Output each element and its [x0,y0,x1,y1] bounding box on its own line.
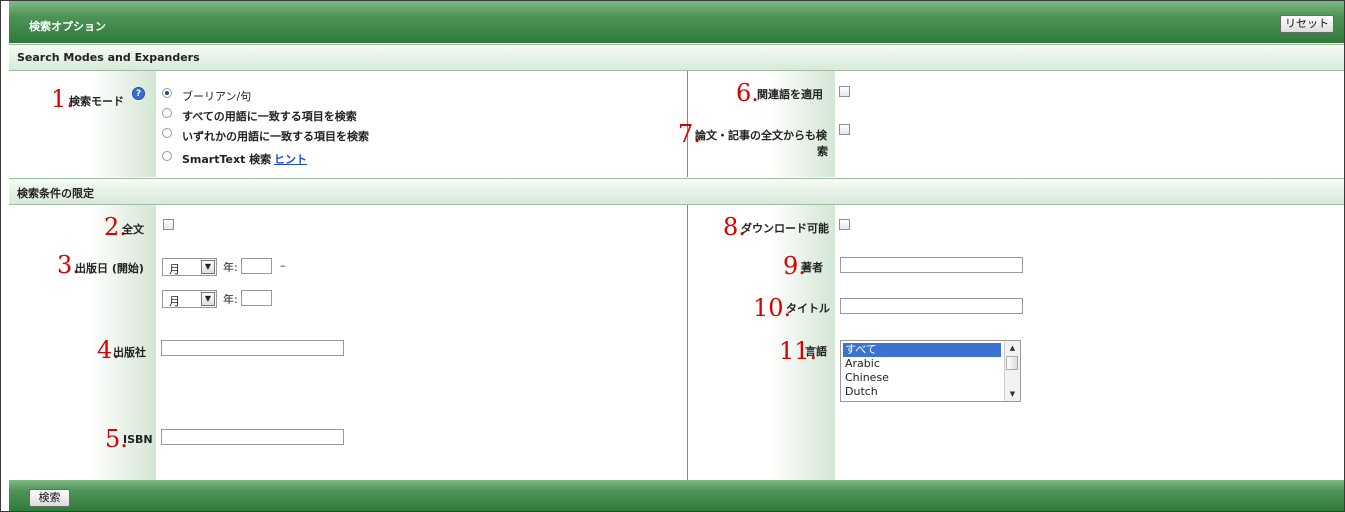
title-label: タイトル [786,302,830,315]
list-item[interactable]: Chinese [843,371,1001,385]
end-year-input[interactable] [241,290,272,306]
end-month-select[interactable]: 月 ▼ [162,290,217,308]
radio-any-terms[interactable] [162,128,172,138]
isbn-input[interactable] [161,429,344,445]
chevron-down-icon: ▼ [201,292,215,306]
date-range-dash: – [280,259,286,272]
radio-all-terms[interactable] [162,108,172,118]
scroll-down-icon[interactable]: ▼ [1005,387,1020,401]
start-year-input[interactable] [241,258,272,274]
isbn-label: ISBN [123,433,153,446]
start-year-label: 年: [223,261,238,274]
listbox-scrollbar[interactable]: ▲ ▼ [1004,341,1020,401]
header-bar: 検索オプション リセット [9,1,1344,43]
fulltext-checkbox[interactable] [163,219,174,230]
end-year-label: 年: [223,293,238,306]
section-header-search-modes: Search Modes and Expanders [9,44,1344,71]
related-words-checkbox[interactable] [839,86,850,97]
help-icon[interactable]: ? [132,87,145,100]
search-mode-label: 検索モード [69,95,124,108]
radio-boolean-label: ブーリアン/句 [182,90,252,103]
list-item[interactable]: Dutch [843,385,1001,399]
section-title: Search Modes and Expanders [17,51,200,64]
hint-link[interactable]: ヒント [274,151,307,167]
fulltext-search-checkbox[interactable] [839,124,850,135]
search-options-panel: 検索オプション リセット Search Modes and Expanders … [0,0,1345,512]
list-item[interactable]: Arabic [843,357,1001,371]
language-listbox[interactable]: すべて Arabic Chinese Dutch ▲ ▼ [840,340,1021,402]
annotation-number-6: 6. [736,79,759,107]
author-input[interactable] [840,257,1023,273]
list-item[interactable]: すべて [843,343,1001,357]
author-label: 著者 [801,261,823,274]
section-title: 検索条件の限定 [17,187,94,200]
radio-all-terms-label: すべての用語に一致する項目を検索 [182,110,357,123]
pub-date-label: 出版日 (開始) [75,262,144,275]
scrollbar-thumb[interactable] [1006,356,1018,370]
reset-button[interactable]: リセット [1280,15,1334,33]
start-month-select[interactable]: 月 ▼ [162,258,217,276]
related-words-label: 関連語を適用 [757,88,823,101]
chevron-down-icon: ▼ [201,260,215,274]
downloadable-checkbox[interactable] [839,219,850,230]
section-header-limiters: 検索条件の限定 [9,178,1344,205]
downloadable-label: ダウンロード可能 [741,222,829,235]
radio-any-terms-label: いずれかの用語に一致する項目を検索 [182,130,369,143]
search-button[interactable]: 検索 [29,489,70,507]
language-label: 言語 [805,345,827,358]
publisher-input[interactable] [161,340,344,356]
panel-title: 検索オプション [29,20,106,33]
footer-bar: 検索 [9,480,1344,511]
radio-smarttext[interactable] [162,151,172,161]
radio-smarttext-label: SmartText 検索 [182,153,272,166]
fulltext-label: 全文 [122,223,144,236]
fulltext-search-label: 論文・記事の全文からも検 [695,129,827,142]
publisher-label: 出版社 [113,346,146,359]
title-input[interactable] [840,298,1023,314]
radio-boolean[interactable] [162,88,172,98]
fulltext-search-label-cont: 索 [817,145,828,158]
scroll-up-icon[interactable]: ▲ [1005,341,1020,355]
